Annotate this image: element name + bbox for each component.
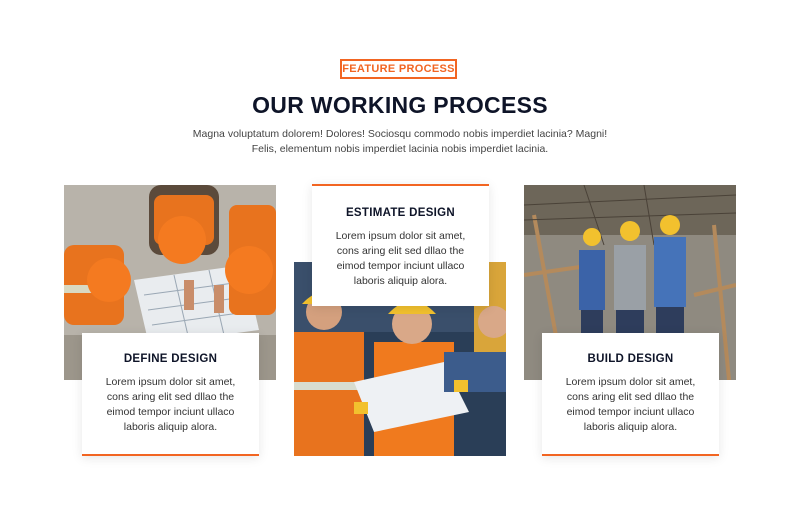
card-text-line: laboris aliquip alora.	[353, 275, 448, 287]
card-text: Lorem ipsum dolor sit amet, cons aring e…	[312, 229, 489, 289]
card-text-line: Lorem ipsum dolor sit amet,	[565, 376, 696, 388]
card-title: DEFINE DESIGN	[123, 353, 218, 365]
card-title: ESTIMATE DESIGN	[345, 207, 456, 219]
card-text-line: eimod tempor inciunt ullaco	[106, 406, 235, 418]
card-text-line: cons aring elit sed dllao the	[566, 391, 695, 403]
card-text-line: Lorem ipsum dolor sit amet,	[335, 230, 466, 242]
intro-line: Felis, elementum nobis imperdiet lacinia…	[251, 143, 549, 155]
card-text: Lorem ipsum dolor sit amet, cons aring e…	[542, 375, 719, 435]
section-intro: Magna voluptatum dolorem! Dolores! Socio…	[150, 127, 650, 157]
card-text: Lorem ipsum dolor sit amet, cons aring e…	[82, 375, 259, 435]
process-card-build: BUILD DESIGN Lorem ipsum dolor sit amet,…	[542, 333, 719, 456]
card-text-line: laboris aliquip alora.	[583, 421, 678, 433]
card-title: BUILD DESIGN	[587, 353, 674, 365]
process-card-define: DEFINE DESIGN Lorem ipsum dolor sit amet…	[82, 333, 259, 456]
section-badge: FEATURE PROCESS	[340, 59, 457, 79]
card-text-line: cons aring elit sed dllao the	[106, 391, 235, 403]
intro-line: Magna voluptatum dolorem! Dolores! Socio…	[192, 128, 608, 140]
section-title: OUR WORKING PROCESS	[252, 92, 548, 118]
card-text-line: laboris aliquip alora.	[123, 421, 218, 433]
process-card-estimate: ESTIMATE DESIGN Lorem ipsum dolor sit am…	[312, 184, 489, 306]
card-text-line: Lorem ipsum dolor sit amet,	[105, 376, 236, 388]
card-text-line: eimod tempor inciunt ullaco	[566, 406, 695, 418]
card-text-line: cons aring elit sed dllao the	[336, 245, 465, 257]
card-text-line: eimod tempor inciunt ullaco	[336, 260, 465, 272]
